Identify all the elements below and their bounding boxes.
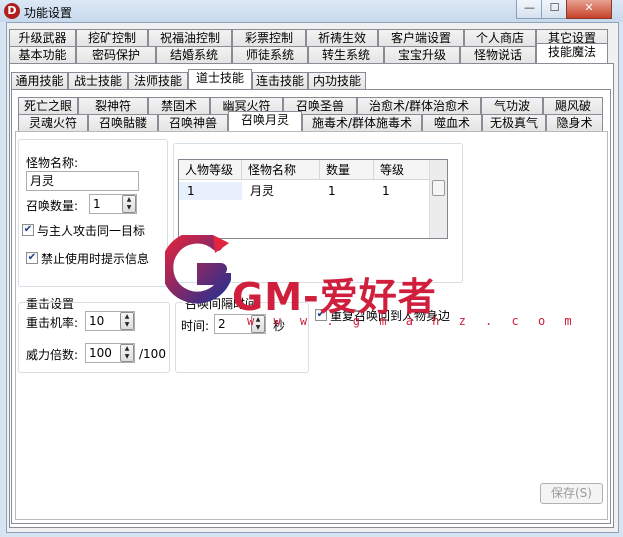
crit-rate-stepper[interactable]: ▲ ▼	[120, 312, 134, 330]
tab-taoist-skills[interactable]: 道士技能	[188, 69, 252, 89]
tab-blood-suck[interactable]: 噬血术	[422, 114, 482, 131]
disable-hint-checkbox[interactable]: ✔	[26, 252, 38, 264]
tab-mentor-system[interactable]: 师徒系统	[232, 46, 308, 63]
table-cell[interactable]: 月灵	[242, 182, 320, 200]
tab-qigong-wave[interactable]: 气功波	[481, 97, 543, 114]
tab-crack-talisman[interactable]: 裂神符	[78, 97, 148, 114]
tab-client-settings[interactable]: 客户端设置	[378, 29, 464, 46]
tab-mining-control[interactable]: 挖矿控制	[76, 29, 148, 46]
tab-blessing-oil[interactable]: 祝福油控制	[148, 29, 232, 46]
crit-multiplier-label: 威力倍数:	[26, 348, 79, 362]
tab-lottery-control[interactable]: 彩票控制	[232, 29, 306, 46]
table-cell[interactable]: 1	[179, 182, 242, 200]
tab-inner-skills[interactable]: 内功技能	[308, 72, 366, 89]
crit-rate-label: 重击机率:	[26, 316, 79, 330]
table-cell[interactable]: 1	[320, 182, 374, 200]
maximize-button[interactable]: ☐	[541, 0, 568, 19]
scrollbar-thumb[interactable]	[432, 180, 445, 196]
summon-count-stepper[interactable]: ▲ ▼	[122, 195, 136, 213]
tab-death-eye[interactable]: 死亡之眼	[18, 97, 78, 114]
disable-hint-label: 禁止使用时提示信息	[41, 252, 150, 266]
tab-infinite-qi[interactable]: 无极真气	[482, 114, 546, 131]
attack-same-target-checkbox[interactable]: ✔	[22, 224, 34, 236]
title-bar: D 功能设置 — ☐ ✕	[0, 0, 623, 22]
table-cell[interactable]: 1	[374, 182, 432, 200]
summon-table[interactable]: 人物等级 怪物名称 数量 等级 1 月灵 1 1	[178, 159, 448, 239]
tab-marriage-system[interactable]: 结婚系统	[156, 46, 232, 63]
table-header-player-level[interactable]: 人物等级	[179, 160, 242, 180]
app-icon: D	[4, 3, 20, 19]
tab-upgrade-weapon[interactable]: 升级武器	[9, 29, 76, 46]
tab-personal-shop[interactable]: 个人商店	[464, 29, 536, 46]
interval-time-label: 时间:	[181, 319, 210, 333]
monster-name-label: 怪物名称:	[26, 156, 79, 170]
monster-name-input[interactable]: 月灵	[26, 171, 139, 191]
summon-count-label: 召唤数量:	[26, 199, 79, 213]
tab-stealth[interactable]: 隐身术	[546, 114, 603, 131]
dialog-body: 升级武器 挖矿控制 祝福油控制 彩票控制 祈祷生效 客户端设置 个人商店 其它设…	[6, 22, 619, 533]
tab-soul-fireball[interactable]: 灵魂火符	[18, 114, 88, 131]
watermark-g-icon	[165, 235, 231, 304]
watermark-url: w w w . g m a h z . c o m	[247, 314, 578, 328]
tab-summon-skeleton[interactable]: 召唤骷髅	[88, 114, 158, 131]
table-header-level[interactable]: 等级	[374, 160, 432, 180]
tab-warrior-skills[interactable]: 战士技能	[68, 72, 128, 89]
tab-basic-functions[interactable]: 基本功能	[9, 46, 76, 63]
tab-common-skills[interactable]: 通用技能	[11, 72, 68, 89]
table-header-monster-name[interactable]: 怪物名称	[242, 160, 320, 180]
tab-summon-divine-beast[interactable]: 召唤神兽	[158, 114, 228, 131]
save-button[interactable]: 保存(S)	[540, 483, 603, 504]
minimize-button[interactable]: —	[516, 0, 543, 19]
crit-multiplier-suffix: /100	[139, 347, 166, 361]
tab-combo-skills[interactable]: 连击技能	[252, 72, 308, 89]
close-button[interactable]: ✕	[566, 0, 612, 19]
tab-pet-upgrade[interactable]: 宝宝升级	[384, 46, 460, 63]
tab-skill-magic[interactable]: 技能魔法	[536, 43, 608, 63]
tab-password-protect[interactable]: 密码保护	[76, 46, 156, 63]
tab-poison[interactable]: 施毒术/群体施毒术	[302, 114, 422, 131]
table-scrollbar[interactable]	[429, 160, 447, 238]
attack-same-target-label: 与主人攻击同一目标	[37, 224, 146, 238]
tab-summon-moon-spirit[interactable]: 召唤月灵	[228, 111, 302, 131]
tab-hurricane[interactable]: 飓风破	[543, 97, 603, 114]
tab-heal[interactable]: 治愈术/群体治愈术	[357, 97, 481, 114]
crit-multiplier-stepper[interactable]: ▲ ▼	[120, 344, 134, 362]
tab-prayer-effect[interactable]: 祈祷生效	[306, 29, 378, 46]
tab-imprison[interactable]: 禁固术	[148, 97, 210, 114]
tab-rebirth-system[interactable]: 转生系统	[308, 46, 384, 63]
watermark-text: GM-爱好者	[232, 275, 437, 319]
window-title: 功能设置	[24, 6, 73, 20]
table-header-count[interactable]: 数量	[320, 160, 374, 180]
tab-mage-skills[interactable]: 法师技能	[128, 72, 188, 89]
tab-monster-speech[interactable]: 怪物说话	[460, 46, 536, 63]
